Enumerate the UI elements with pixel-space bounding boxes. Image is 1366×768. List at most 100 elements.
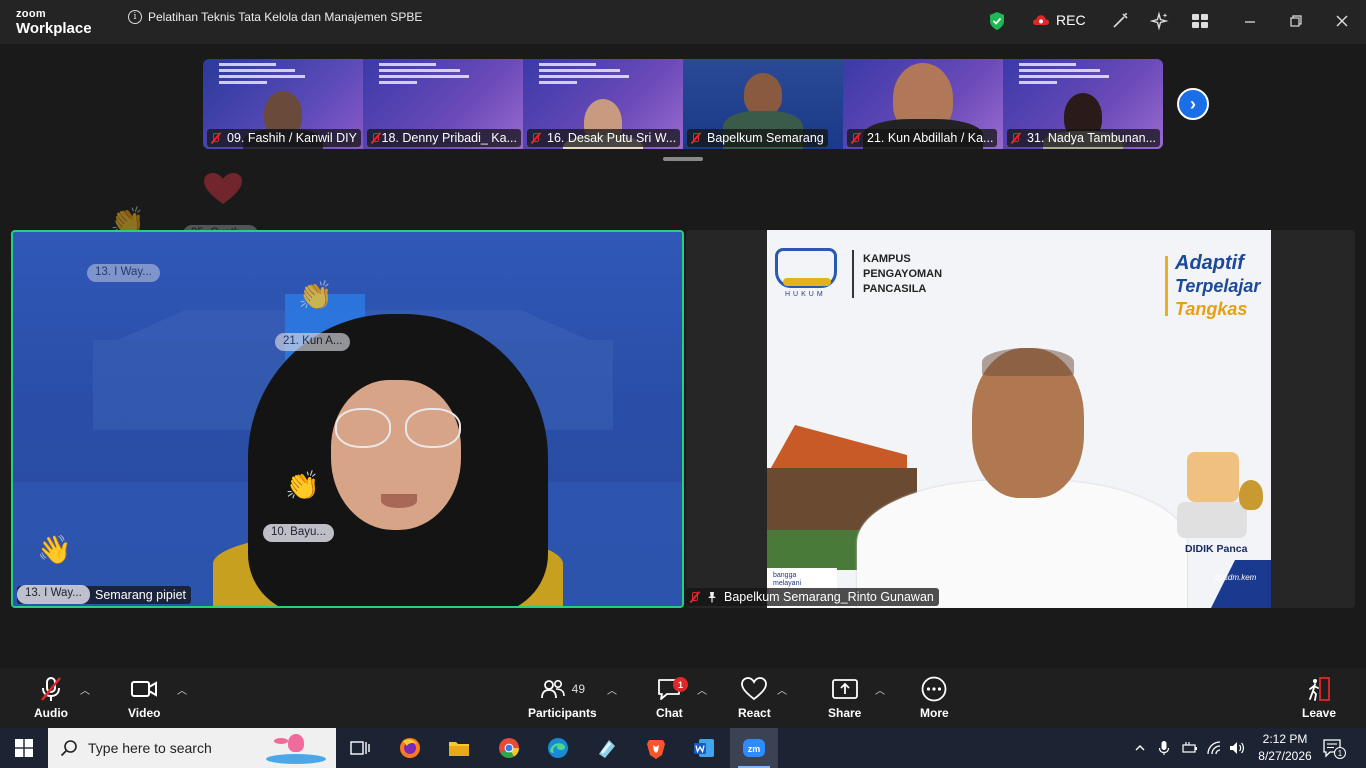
thumbnail-next-button[interactable]: › [1177,88,1209,120]
virtual-background: HUKUM KAMPUS PENGAYOMAN PANCASILA Adapti… [767,230,1271,608]
task-view-icon[interactable] [348,736,372,760]
leave-door-icon [1309,677,1330,701]
zoom-app-icon: zm [743,739,765,757]
thumbnail-label: Bapelkum Semarang [687,129,828,147]
react-options-chevron-icon[interactable]: ︿ [777,682,787,697]
chat-options-chevron-icon[interactable]: ︿ [697,682,707,697]
meeting-info[interactable]: i Pelatihan Teknis Tata Kelola dan Manaj… [128,10,422,24]
minimize-icon[interactable] [1240,11,1260,31]
security-shield-icon[interactable] [988,11,1006,31]
mic-muted-icon [849,132,861,144]
participants-count: 49 [571,682,586,696]
participants-label: Participants [528,706,597,720]
video-button[interactable]: Video [128,672,160,720]
clap-reaction-icon: 👏 [298,280,333,311]
tray-overflow-chevron-icon[interactable] [1134,742,1146,754]
word-icon[interactable] [692,736,716,760]
chevron-right-icon: › [1190,93,1196,114]
share-options-chevron-icon[interactable]: ︿ [875,682,885,697]
share-button[interactable]: Share [828,672,861,720]
thumbnail-tile[interactable]: Bapelkum Semarang [683,59,843,149]
share-label: Share [828,706,862,720]
logo-line2: Workplace [16,20,92,37]
participants-options-chevron-icon[interactable]: ︿ [607,682,617,697]
battery-plug-icon[interactable] [1180,741,1198,755]
magic-wand-icon[interactable] [1110,11,1130,31]
volume-icon[interactable] [1228,740,1246,756]
firefox-icon[interactable] [398,736,422,760]
edge-icon[interactable] [546,736,570,760]
thumbnail-tile[interactable]: 18. Denny Pribadi_ Ka... [363,59,523,149]
audio-label: Audio [34,706,68,720]
chat-button[interactable]: Chat 1 [656,672,688,720]
chat-label: Chat [656,706,683,720]
zoom-logo: zoom Workplace [16,8,92,37]
wifi-icon[interactable] [1206,740,1222,756]
more-button[interactable]: More [920,672,949,720]
zoom-taskbar-button[interactable]: zm [730,728,778,768]
rec-label: REC [1056,12,1086,28]
video-camera-icon [131,681,158,697]
tile-name-label: Bapelkum Semarang_Rinto Gunawan [686,588,939,606]
start-button[interactable] [0,728,48,768]
thumbnail-label: 09. Fashih / Kanwil DIY [207,129,361,147]
org-line2: PENGAYOMAN [863,268,943,280]
mic-muted-icon [369,132,379,144]
chrome-icon[interactable] [497,736,521,760]
slide-url: bpsdm.kem [1215,573,1257,582]
participant-name: Bapelkum Semarang [707,131,824,145]
info-icon[interactable]: i [128,10,142,24]
tagline-terpelajar: Terpelajar [1175,276,1261,296]
slogan-line1: bangga [773,572,797,579]
clap-reaction-icon: 👏 [285,470,320,501]
thumbnail-tile[interactable]: 31. Nadya Tambunan... [1003,59,1163,149]
file-explorer-icon[interactable] [447,736,471,760]
mic-muted-icon [209,132,221,144]
leave-button[interactable]: Leave [1302,672,1336,720]
participant-name: 16. Desak Putu Sri W... [547,131,677,145]
brave-icon[interactable] [644,736,668,760]
view-grid-icon[interactable] [1190,11,1210,31]
participant-name: 31. Nadya Tambunan... [1027,131,1157,145]
mic-muted-icon [529,132,541,144]
strip-resize-handle[interactable] [663,157,703,161]
title-bar: zoom Workplace i Pelatihan Teknis Tata K… [0,0,1366,44]
thumbnail-tile[interactable]: 09. Fashih / Kanwil DIY [203,59,363,149]
taskbar-search-input[interactable]: Type here to search [48,728,336,768]
react-label: React [738,706,771,720]
more-label: More [920,706,949,720]
audio-options-chevron-icon[interactable]: ︿ [80,682,90,697]
microphone-tray-icon[interactable] [1158,740,1170,756]
snipping-tool-icon[interactable] [595,736,619,760]
participant-name: 09. Fashih / Kanwil DIY [227,131,357,145]
thumbnail-tile[interactable]: 21. Kun Abdillah / Ka... [843,59,1003,149]
taskbar-clock[interactable]: 2:12 PM 8/27/2026 [1254,731,1316,765]
tagline-tangkas: Tangkas [1175,299,1248,319]
zoom-window: zoom Workplace i Pelatihan Teknis Tata K… [0,0,1366,768]
thumbnail-label: 16. Desak Putu Sri W... [527,129,681,147]
leave-label: Leave [1302,706,1337,720]
org-line3: PANCASILA [863,283,927,295]
audio-button[interactable]: Audio [34,672,68,720]
pin-icon [708,592,716,603]
participants-button[interactable]: 49 Participants [528,672,597,720]
video-tile-active-speaker[interactable]: 13. I Way... 👏 21. Kun A... 👏 10. Bayu..… [11,230,684,608]
participant-name: 21. Kun Abdillah / Ka... [867,131,994,145]
clock-time: 2:12 PM [1262,732,1308,746]
slogan-line2: melayani [773,580,802,587]
react-button[interactable]: React [738,672,771,720]
restore-icon[interactable] [1286,11,1306,31]
reaction-name: 13. I Way... [87,264,160,282]
notifications-button[interactable]: 1 [1322,738,1346,763]
search-icon [60,740,77,757]
ai-companion-sparkle-icon[interactable] [1150,11,1170,31]
recording-indicator[interactable]: REC [1032,12,1086,28]
video-options-chevron-icon[interactable]: ︿ [177,682,187,697]
close-icon[interactable] [1332,11,1352,31]
chat-unread-badge: 1 [673,677,688,692]
logo-line1: zoom [16,8,46,20]
thumbnail-tile[interactable]: 16. Desak Putu Sri W... [523,59,683,149]
logo-subtitle: HUKUM [785,291,826,298]
video-tile-participant[interactable]: HUKUM KAMPUS PENGAYOMAN PANCASILA Adapti… [686,230,1355,608]
heart-icon [741,677,768,701]
